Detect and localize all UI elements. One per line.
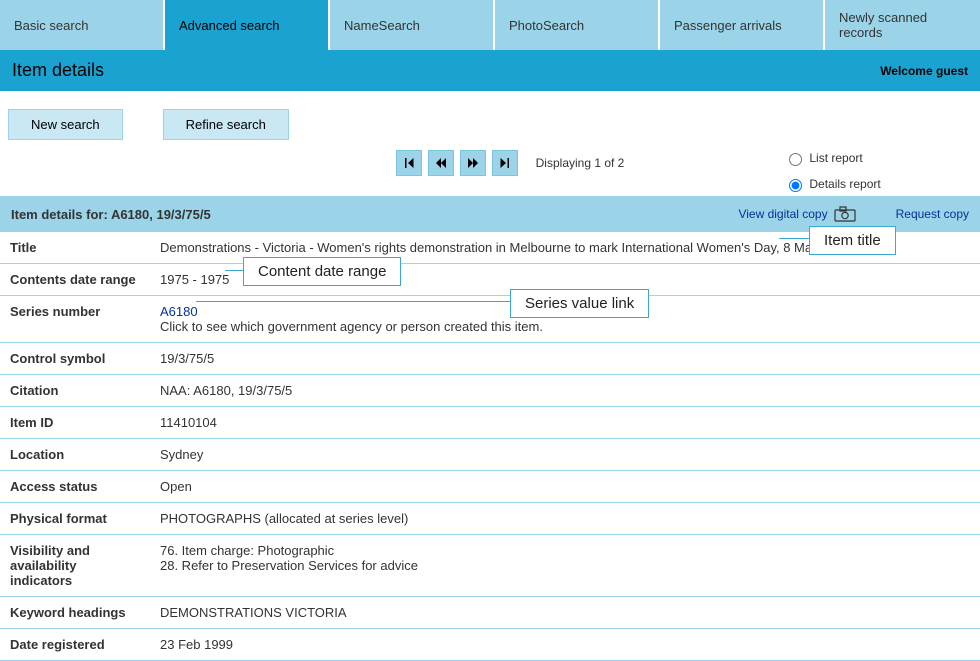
row-citation: Citation NAA: A6180, 19/3/75/5 xyxy=(0,375,980,407)
callout-item-title: Item title xyxy=(809,226,896,255)
label-control-symbol: Control symbol xyxy=(0,343,150,375)
row-control-symbol: Control symbol 19/3/75/5 xyxy=(0,343,980,375)
detail-header-prefix: Item details for: xyxy=(11,207,111,222)
row-contents-date-range: Contents date range 1975 - 1975 xyxy=(0,264,980,296)
details-report-label: Details report xyxy=(809,177,880,191)
pager-first-button[interactable] xyxy=(396,150,422,176)
value-physical-format: PHOTOGRAPHS (allocated at series level) xyxy=(150,503,980,535)
list-report-radio[interactable] xyxy=(789,153,802,166)
pager-status: Displaying 1 of 2 xyxy=(536,156,625,170)
pager-controls: Displaying 1 of 2 xyxy=(396,150,625,176)
label-location: Location xyxy=(0,439,150,471)
tab-passenger-arrivals[interactable]: Passenger arrivals xyxy=(660,0,825,50)
pager-next-button[interactable] xyxy=(460,150,486,176)
tab-name-search[interactable]: NameSearch xyxy=(330,0,495,50)
value-date-registered: 23 Feb 1999 xyxy=(150,629,980,661)
value-citation: NAA: A6180, 19/3/75/5 xyxy=(150,375,980,407)
detail-header-title: Item details for: A6180, 19/3/75/5 xyxy=(11,207,738,222)
label-contents-date-range: Contents date range xyxy=(0,264,150,296)
visibility-line-1: 76. Item charge: Photographic xyxy=(160,543,334,558)
value-access-status: Open xyxy=(150,471,980,503)
tab-basic-search[interactable]: Basic search xyxy=(0,0,165,50)
action-row: New search Refine search xyxy=(0,91,980,150)
label-physical-format: Physical format xyxy=(0,503,150,535)
request-copy-link[interactable]: Request copy xyxy=(896,207,969,221)
page-title: Item details xyxy=(12,60,104,81)
row-access-status: Access status Open xyxy=(0,471,980,503)
list-report-label: List report xyxy=(809,151,862,165)
welcome-text: Welcome guest xyxy=(880,64,968,78)
view-digital-copy-link[interactable]: View digital copy xyxy=(738,207,827,221)
label-item-id: Item ID xyxy=(0,407,150,439)
pager-prev-button[interactable] xyxy=(428,150,454,176)
pager-row: Displaying 1 of 2 List report Details re… xyxy=(0,150,980,196)
callout-content-date-range: Content date range xyxy=(243,257,401,286)
details-report-radio[interactable] xyxy=(789,179,802,192)
first-icon xyxy=(403,157,415,169)
label-date-registered: Date registered xyxy=(0,629,150,661)
label-visibility: Visibility and availability indicators xyxy=(0,535,150,597)
detail-table: Title Demonstrations - Victoria - Women'… xyxy=(0,232,980,661)
callout-series-value-link: Series value link xyxy=(510,289,649,318)
row-keyword-headings: Keyword headings DEMONSTRATIONS VICTORIA xyxy=(0,597,980,629)
row-location: Location Sydney xyxy=(0,439,980,471)
row-date-registered: Date registered 23 Feb 1999 xyxy=(0,629,980,661)
detail-header-ref: A6180, 19/3/75/5 xyxy=(111,207,211,222)
camera-icon xyxy=(834,206,856,222)
series-number-hint: Click to see which government agency or … xyxy=(160,319,543,334)
page-root: Basic search Advanced search NameSearch … xyxy=(0,0,980,661)
visibility-line-2: 28. Refer to Preservation Services for a… xyxy=(160,558,418,573)
value-control-symbol: 19/3/75/5 xyxy=(150,343,980,375)
list-report-option[interactable]: List report xyxy=(784,150,862,166)
value-item-id: 11410104 xyxy=(150,407,980,439)
value-visibility: 76. Item charge: Photographic 28. Refer … xyxy=(150,535,980,597)
callout-line-series xyxy=(196,301,510,302)
callout-line-date-range xyxy=(225,270,243,271)
row-series-number: Series number A6180 Click to see which g… xyxy=(0,296,980,343)
prev-icon xyxy=(435,157,447,169)
row-item-id: Item ID 11410104 xyxy=(0,407,980,439)
series-number-link[interactable]: A6180 xyxy=(160,304,198,319)
tab-bar: Basic search Advanced search NameSearch … xyxy=(0,0,980,50)
label-citation: Citation xyxy=(0,375,150,407)
refine-search-button[interactable]: Refine search xyxy=(163,109,289,140)
details-report-option[interactable]: Details report xyxy=(784,176,880,192)
last-icon xyxy=(499,157,511,169)
tab-photo-search[interactable]: PhotoSearch xyxy=(495,0,660,50)
callout-line-title xyxy=(779,238,809,239)
value-keyword-headings: DEMONSTRATIONS VICTORIA xyxy=(150,597,980,629)
value-location: Sydney xyxy=(150,439,980,471)
label-access-status: Access status xyxy=(0,471,150,503)
label-keyword-headings: Keyword headings xyxy=(0,597,150,629)
next-icon xyxy=(467,157,479,169)
new-search-button[interactable]: New search xyxy=(8,109,123,140)
tab-newly-scanned[interactable]: Newly scanned records xyxy=(825,0,980,50)
label-series-number: Series number xyxy=(0,296,150,343)
title-bar: Item details Welcome guest xyxy=(0,50,980,91)
pager-last-button[interactable] xyxy=(492,150,518,176)
row-visibility: Visibility and availability indicators 7… xyxy=(0,535,980,597)
tab-advanced-search[interactable]: Advanced search xyxy=(165,0,330,50)
label-title: Title xyxy=(0,232,150,264)
row-physical-format: Physical format PHOTOGRAPHS (allocated a… xyxy=(0,503,980,535)
report-mode: List report Details report xyxy=(624,150,972,192)
